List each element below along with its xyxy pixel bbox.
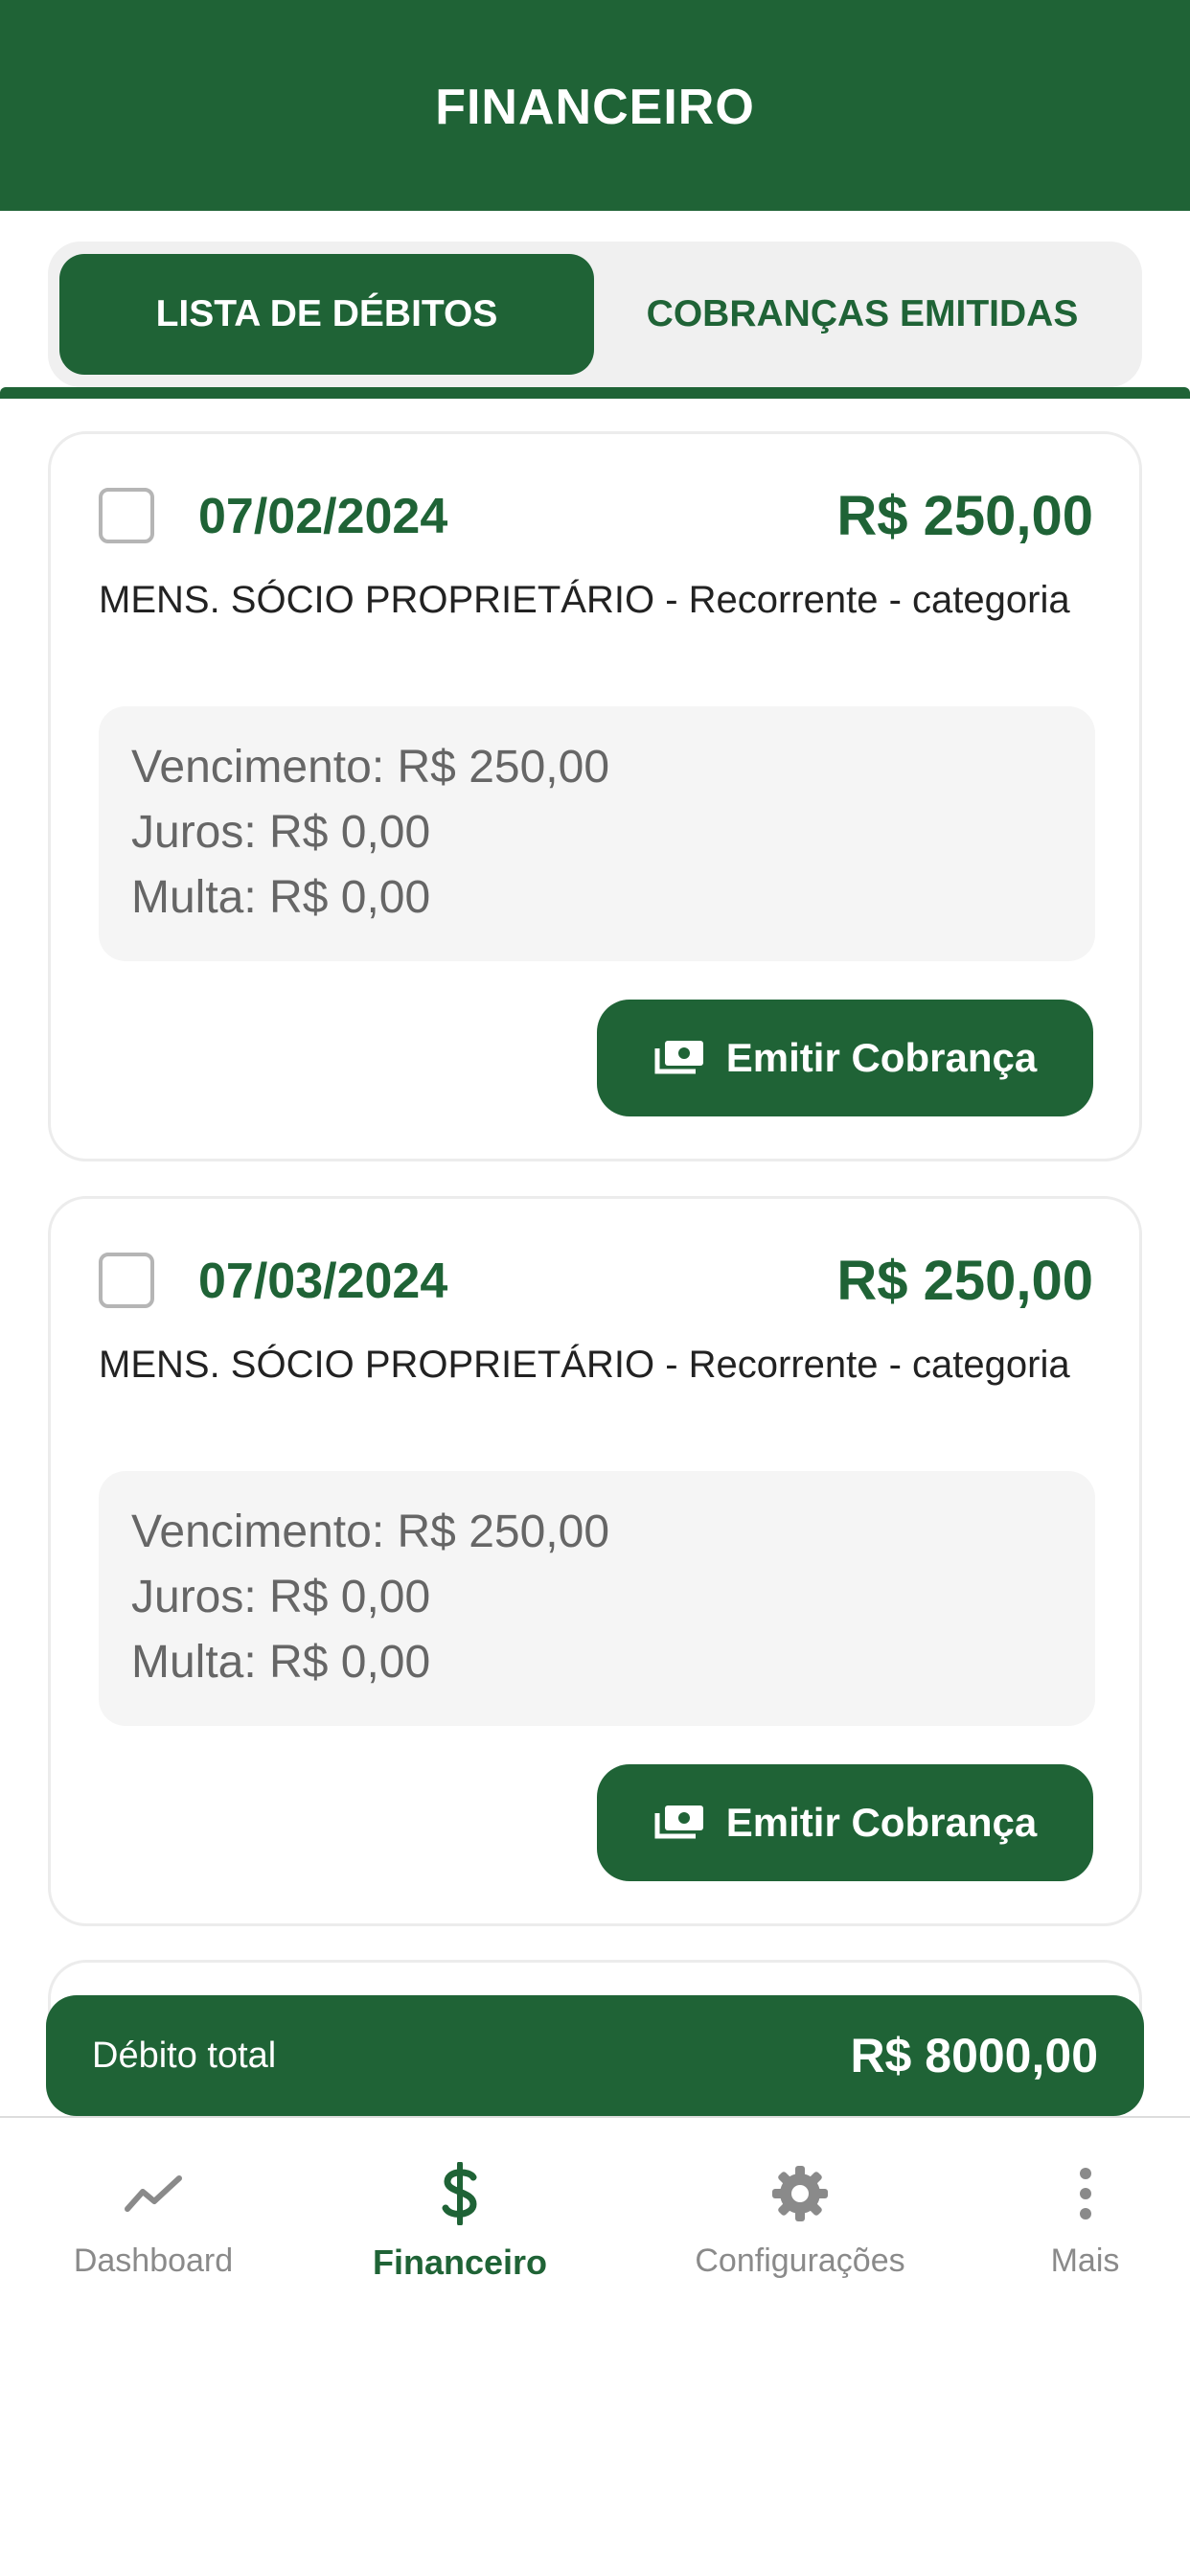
debit-details: Vencimento: R$ 250,00 Juros: R$ 0,00 Mul… <box>99 706 1095 961</box>
nav-configuracoes-label: Configurações <box>695 2242 905 2279</box>
total-debit-bar: Débito total R$ 8000,00 <box>46 1995 1144 2116</box>
app-header: FINANCEIRO <box>0 0 1190 211</box>
fine-amount: Multa: R$ 0,00 <box>131 1637 431 1688</box>
page-title: FINANCEIRO <box>435 80 755 135</box>
debit-amount: R$ 250,00 <box>836 1250 1093 1312</box>
debit-date: 07/03/2024 <box>198 1254 448 1309</box>
nav-financeiro[interactable]: Financeiro <box>364 2162 556 2283</box>
due-amount: Vencimento: R$ 250,00 <box>131 742 610 793</box>
nav-dashboard[interactable]: Dashboard <box>57 2162 249 2280</box>
debit-card: 07/03/2024 R$ 250,00 MENS. SÓCIO PROPRIE… <box>48 1196 1142 1926</box>
money-icon <box>653 1039 705 1077</box>
nav-mais[interactable]: Mais <box>1035 2162 1135 2280</box>
money-icon <box>653 1804 705 1842</box>
fine-amount: Multa: R$ 0,00 <box>131 872 431 923</box>
due-amount: Vencimento: R$ 250,00 <box>131 1506 610 1557</box>
financeiro-screen: FINANCEIRO LISTA DE DÉBITOS COBRANÇAS EM… <box>0 0 1190 2576</box>
debit-details: Vencimento: R$ 250,00 Juros: R$ 0,00 Mul… <box>99 1471 1095 1726</box>
total-value: R$ 8000,00 <box>850 2029 1098 2082</box>
tab-cobrancas-emitidas[interactable]: COBRANÇAS EMITIDAS <box>594 254 1131 375</box>
emit-charge-label: Emitir Cobrança <box>725 1800 1038 1845</box>
interest-amount: Juros: R$ 0,00 <box>131 807 431 858</box>
debit-amount: R$ 250,00 <box>836 485 1093 547</box>
tab-indicator <box>0 387 1190 399</box>
bottom-navigation: Dashboard Financeiro Configurações Mais <box>0 2116 1190 2576</box>
chart-line-icon <box>124 2162 183 2225</box>
debit-checkbox[interactable] <box>99 1253 154 1308</box>
debit-date: 07/02/2024 <box>198 489 448 544</box>
nav-dashboard-label: Dashboard <box>73 2242 234 2279</box>
emit-charge-button[interactable]: Emitir Cobrança <box>597 1000 1093 1116</box>
nav-configuracoes[interactable]: Configurações <box>671 2162 929 2280</box>
emit-charge-button[interactable]: Emitir Cobrança <box>597 1764 1093 1881</box>
dollar-icon <box>441 2162 479 2225</box>
tab-bar: LISTA DE DÉBITOS COBRANÇAS EMITIDAS <box>48 242 1142 387</box>
debit-description: MENS. SÓCIO PROPRIETÁRIO - Recorrente - … <box>99 579 1070 621</box>
debit-description: MENS. SÓCIO PROPRIETÁRIO - Recorrente - … <box>99 1344 1070 1386</box>
debit-checkbox[interactable] <box>99 488 154 543</box>
nav-mais-label: Mais <box>1050 2242 1120 2279</box>
debit-card: 07/02/2024 R$ 250,00 MENS. SÓCIO PROPRIE… <box>48 431 1142 1162</box>
interest-amount: Juros: R$ 0,00 <box>131 1572 431 1622</box>
gear-icon <box>770 2162 830 2225</box>
total-label: Débito total <box>92 2035 277 2076</box>
emit-charge-label: Emitir Cobrança <box>725 1035 1038 1080</box>
nav-financeiro-label: Financeiro <box>372 2242 548 2282</box>
tab-lista-de-debitos[interactable]: LISTA DE DÉBITOS <box>59 254 594 375</box>
more-vertical-icon <box>1079 2162 1092 2225</box>
